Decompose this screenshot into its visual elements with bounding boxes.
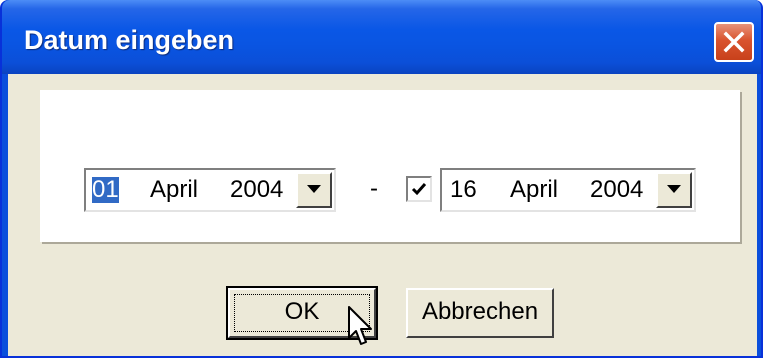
date-to-picker[interactable]: 16 April 2004 — [440, 168, 696, 212]
mouse-pointer-icon — [348, 306, 374, 355]
date-from-year[interactable]: 2004 — [230, 177, 283, 203]
cancel-button-label: Abbrechen — [421, 298, 539, 325]
cancel-button[interactable]: Abbrechen — [406, 288, 554, 338]
date-from-picker[interactable]: 01 April 2004 — [84, 168, 336, 212]
date-from-month[interactable]: April — [150, 177, 198, 203]
range-end-checkbox[interactable] — [406, 176, 432, 202]
dialog-window: Datum eingeben 01 April 2004 - 16 April … — [0, 0, 763, 358]
range-separator: - — [370, 175, 378, 202]
date-from-day[interactable]: 01 — [92, 177, 119, 203]
close-button[interactable] — [714, 22, 754, 62]
title-bar[interactable]: Datum eingeben — [2, 0, 761, 74]
date-to-day[interactable]: 16 — [450, 177, 477, 203]
date-to-dropdown-button[interactable] — [656, 172, 692, 208]
date-to-year[interactable]: 2004 — [590, 177, 643, 203]
window-title: Datum eingeben — [24, 25, 235, 55]
date-range-panel: 01 April 2004 - 16 April 2004 — [40, 90, 740, 242]
date-to-month[interactable]: April — [510, 177, 558, 203]
ok-button-label: OK — [284, 298, 320, 325]
date-from-dropdown-button[interactable] — [296, 172, 332, 208]
dialog-client-area: 01 April 2004 - 16 April 2004 OK Abbrech… — [8, 74, 757, 356]
